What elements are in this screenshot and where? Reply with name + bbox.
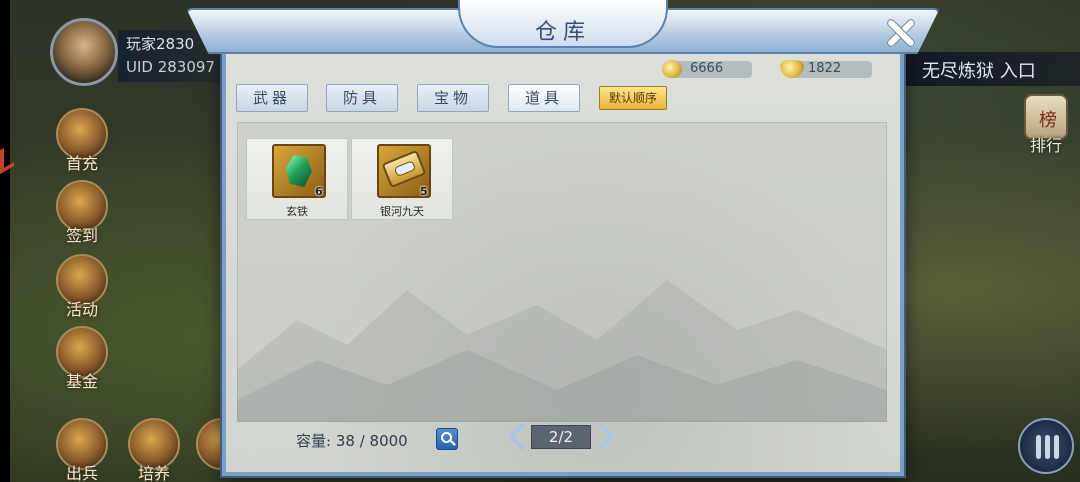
- capacity-display: 容量: 38 / 8000: [296, 430, 408, 451]
- close-button[interactable]: [880, 14, 920, 54]
- gold-ingot-value: 1822: [808, 61, 842, 76]
- fund-button[interactable]: 基金: [50, 326, 114, 391]
- main-menu-button[interactable]: [1018, 418, 1074, 474]
- search-button[interactable]: [436, 428, 458, 450]
- screen-edge: [0, 0, 10, 482]
- activity-label: 活动: [65, 300, 98, 319]
- rank-button[interactable]: 榜 排行: [1016, 94, 1076, 158]
- chevron-left-icon: [508, 424, 524, 450]
- first-recharge-button[interactable]: 首充: [50, 108, 114, 173]
- capacity-label: 容量:: [296, 432, 332, 450]
- rank-badge: 榜: [1039, 110, 1057, 131]
- endless-purgatory-entry[interactable]: 无尽炼狱 入口: [904, 52, 1080, 86]
- green-gem-icon: [286, 155, 312, 187]
- menu-bars-icon: [1036, 435, 1060, 459]
- more-bottom-button[interactable]: [190, 418, 224, 482]
- next-page-button[interactable]: [598, 424, 616, 450]
- mountain-backdrop: [237, 280, 887, 422]
- gold-ingot-display: 1822: [780, 60, 874, 78]
- rank-label: 排行: [1029, 136, 1062, 155]
- tab-items[interactable]: 道具: [508, 84, 580, 112]
- player-uid: UID 283097: [126, 58, 215, 76]
- fund-label: 基金: [65, 372, 98, 391]
- copper-coin-value: 6666: [690, 61, 724, 76]
- first-recharge-label: 首充: [65, 154, 98, 173]
- prev-page-button[interactable]: [507, 424, 525, 450]
- player-name: 玩家2830: [126, 35, 195, 53]
- page-indicator: 2/2: [531, 425, 591, 449]
- default-sort-button[interactable]: 默认顺序: [599, 86, 667, 110]
- item-slot-xuantie[interactable]: 6 玄铁: [246, 138, 348, 220]
- item-name: 玄铁: [286, 205, 308, 218]
- train-button[interactable]: 培养: [122, 418, 186, 482]
- capacity-value: 38 / 8000: [335, 432, 408, 450]
- tab-weapons[interactable]: 武器: [236, 84, 308, 112]
- more-bottom-icon: [196, 418, 224, 470]
- sign-in-button[interactable]: 签到: [50, 180, 114, 245]
- item-count: 5: [420, 185, 428, 198]
- item-slot-yinhe-jiutian[interactable]: 5 银河九天: [351, 138, 453, 220]
- activity-button[interactable]: 活动: [50, 254, 114, 319]
- warehouse-title: 仓库: [534, 20, 591, 45]
- sign-in-label: 签到: [65, 226, 98, 245]
- chevron-right-icon: [599, 424, 615, 450]
- train-label: 培养: [137, 464, 170, 482]
- tab-armor[interactable]: 防具: [326, 84, 398, 112]
- golden-scroll-icon: [381, 149, 427, 189]
- item-count: 6: [315, 185, 323, 198]
- player-avatar[interactable]: [50, 18, 118, 86]
- endless-purgatory-label: 无尽炼狱 入口: [922, 61, 1036, 82]
- troops-button[interactable]: 出兵: [50, 418, 114, 482]
- copper-coin-icon: [662, 60, 682, 78]
- copper-coin-display: 6666: [662, 60, 752, 78]
- item-name: 银河九天: [380, 205, 424, 218]
- troops-label: 出兵: [65, 464, 98, 482]
- tab-treasures[interactable]: 宝物: [417, 84, 489, 112]
